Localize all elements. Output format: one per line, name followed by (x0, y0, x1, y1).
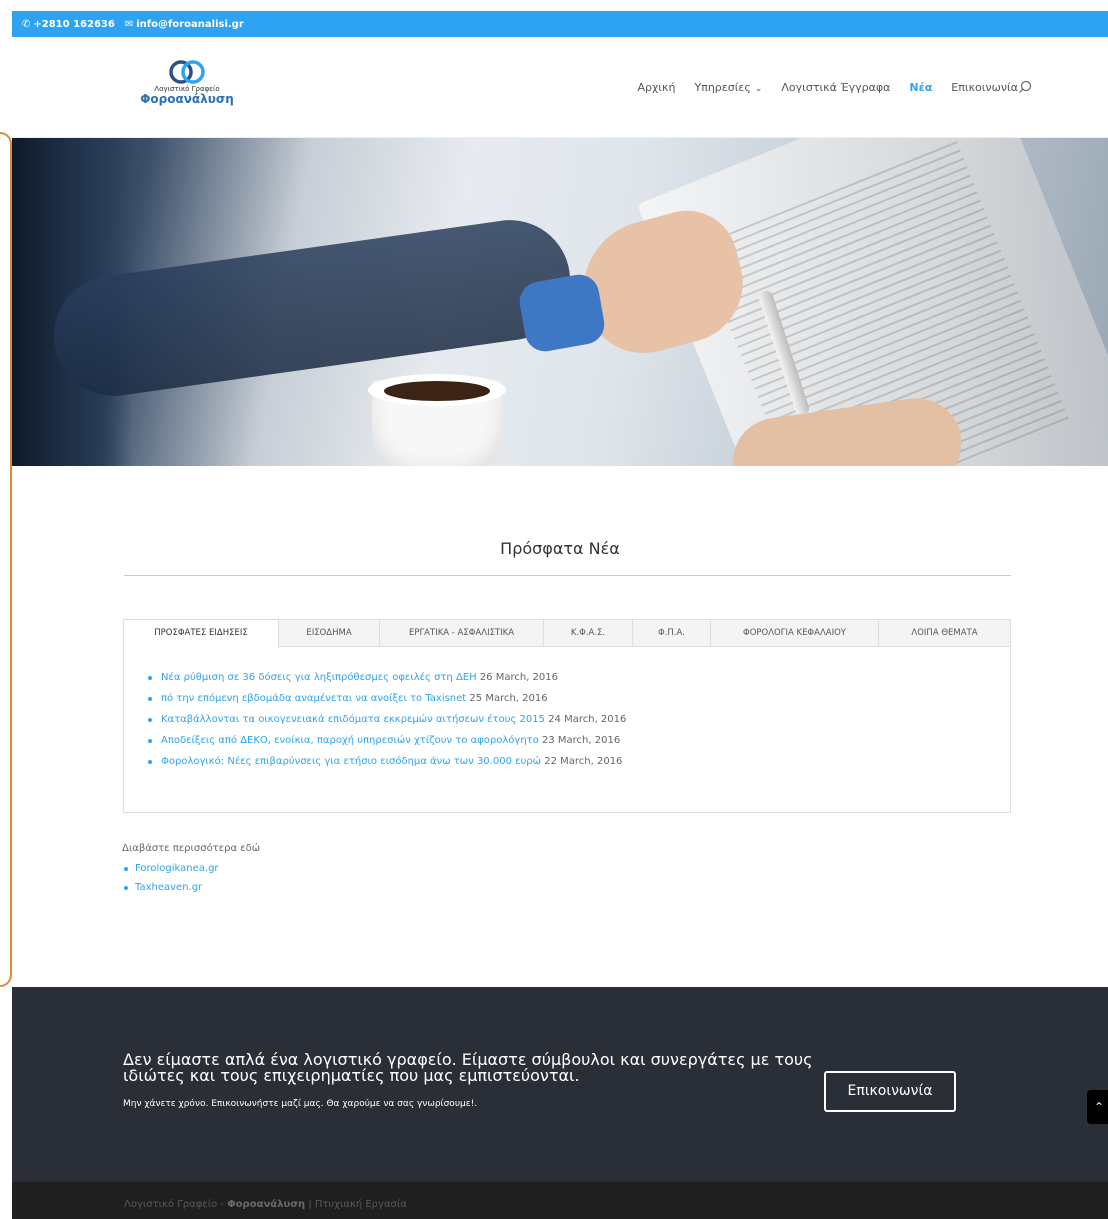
nav-item-contact[interactable]: Επικοινωνία (951, 81, 1018, 94)
list-item: πό την επόμενη εβδομάδα αναμένεται να αν… (148, 688, 1010, 709)
page-edge-accent (0, 132, 12, 987)
external-link-forologikanea[interactable]: Forologikanea.gr (135, 863, 219, 874)
news-date: 24 March, 2016 (548, 714, 627, 725)
news-date: 23 March, 2016 (542, 735, 621, 746)
topbar-email-text: info@foroanalisi.gr (136, 18, 244, 30)
title-divider (124, 575, 1011, 576)
news-link[interactable]: Φορολογικό: Νέες επιβαρύνσεις για ετήσιο… (161, 756, 541, 767)
nav-item-services-label: Υπηρεσίες (694, 81, 751, 94)
news-list: Νέα ρύθμιση σε 36 δόσεις για ληξιπρόθεσμ… (124, 647, 1010, 772)
more-links-list: Forologikanea.gr Taxheaven.gr (122, 859, 219, 897)
nav-item-news[interactable]: Νέα (909, 81, 932, 94)
logo-mark-icon (169, 60, 205, 84)
tab-other[interactable]: ΛΟΙΠΑ ΘΕΜΑΤΑ (879, 620, 1010, 646)
chevron-up-icon: ⌃ (1093, 1100, 1105, 1114)
tab-bar: ΠΡΟΣΦΑΤΕΣ ΕΙΔΗΣΕΙΣ ΕΙΣΟΔΗΜΑ ΕΡΓΑΤΙΚΑ - Α… (124, 620, 1010, 648)
list-item: Νέα ρύθμιση σε 36 δόσεις για ληξιπρόθεσμ… (148, 667, 1010, 688)
tab-recent-news[interactable]: ΠΡΟΣΦΑΤΕΣ ΕΙΔΗΣΕΙΣ (124, 620, 279, 648)
list-item: Forologikanea.gr (122, 859, 219, 878)
envelope-icon: ✉ (124, 18, 134, 30)
tab-vat[interactable]: Φ.Π.Α. (633, 620, 711, 646)
search-icon[interactable] (1018, 79, 1032, 98)
news-link[interactable]: Καταβάλλονται τα οικογενειακά επιδόματα … (161, 714, 545, 725)
tab-kfas[interactable]: Κ.Φ.Α.Σ. (544, 620, 633, 646)
news-date: 22 March, 2016 (544, 756, 623, 767)
topbar-phone-text: +2810 162636 (33, 18, 115, 30)
nav-item-documents[interactable]: Λογιστικά Έγγραφα (781, 81, 890, 94)
call-to-action: Δεν είμαστε απλά ένα λογιστικό γραφείο. … (12, 987, 1108, 1182)
tab-capital-tax[interactable]: ΦΟΡΟΛΟΓΙΑ ΚΕΦΑΛΑΙΟΥ (711, 620, 879, 646)
phone-icon: ✆ (22, 18, 31, 30)
page-title: Πρόσφατα Νέα (500, 539, 620, 558)
news-link[interactable]: Αποδείξεις από ΔΕΚΟ, ενοίκια, παροχή υπη… (161, 735, 539, 746)
list-item: Αποδείξεις από ΔΕΚΟ, ενοίκια, παροχή υπη… (148, 730, 1010, 751)
news-date: 25 March, 2016 (469, 693, 548, 704)
nav-item-home[interactable]: Αρχική (637, 81, 675, 94)
back-to-top-button[interactable]: ⌃ (1087, 1090, 1108, 1124)
topbar-phone[interactable]: ✆ +2810 162636 (22, 19, 115, 30)
list-item: Καταβάλλονται τα οικογενειακά επιδόματα … (148, 709, 1010, 730)
external-link-taxheaven[interactable]: Taxheaven.gr (135, 882, 202, 893)
chevron-down-icon: ⌄ (754, 84, 763, 94)
nav-item-services[interactable]: Υπηρεσίες ⌄ (694, 81, 762, 94)
hero-image (12, 138, 1108, 466)
site-container: ✆ +2810 162636 ✉ info@foroanalisi.gr Λογ… (12, 11, 1108, 1219)
footer-brand: Φοροανάλυση (227, 1199, 306, 1210)
footer-suffix: | Πτυχιακή Εργασία (305, 1199, 407, 1210)
tab-income[interactable]: ΕΙΣΟΔΗΜΑ (279, 620, 380, 646)
top-bar: ✆ +2810 162636 ✉ info@foroanalisi.gr (12, 11, 1108, 37)
contact-button[interactable]: Επικοινωνία (824, 1071, 956, 1112)
news-link[interactable]: Νέα ρύθμιση σε 36 δόσεις για ληξιπρόθεσμ… (161, 672, 477, 683)
site-footer: Λογιστικό Γραφείο - Φοροανάλυση | Πτυχια… (12, 1182, 1108, 1219)
site-logo[interactable]: Λογιστικό Γραφείο Φοροανάλυση (137, 59, 237, 119)
main-nav: Αρχική Υπηρεσίες ⌄ Λογιστικά Έγγραφα Νέα … (618, 81, 1018, 94)
footer-prefix: Λογιστικό Γραφείο - (124, 1199, 228, 1210)
list-item: Φορολογικό: Νέες επιβαρύνσεις για ετήσιο… (148, 751, 1010, 772)
logo-line2: Φοροανάλυση (140, 92, 234, 106)
main-content: Πρόσφατα Νέα ΠΡΟΣΦΑΤΕΣ ΕΙΔΗΣΕΙΣ ΕΙΣΟΔΗΜΑ… (12, 466, 1108, 986)
topbar-email[interactable]: ✉ info@foroanalisi.gr (125, 19, 244, 30)
news-link[interactable]: πό την επόμενη εβδομάδα αναμένεται να αν… (161, 693, 466, 704)
more-links-title: Διαβάστε περισσότερα εδώ (122, 843, 261, 854)
news-tabs: ΠΡΟΣΦΑΤΕΣ ΕΙΔΗΣΕΙΣ ΕΙΣΟΔΗΜΑ ΕΡΓΑΤΙΚΑ - Α… (123, 619, 1011, 813)
list-item: Taxheaven.gr (122, 878, 219, 897)
news-date: 26 March, 2016 (479, 672, 559, 683)
cta-title: Δεν είμαστε απλά ένα λογιστικό γραφείο. … (123, 1050, 813, 1085)
site-header: Λογιστικό Γραφείο Φοροανάλυση Αρχική Υπη… (12, 37, 1108, 138)
cta-subtitle: Μην χάνετε χρόνο. Επικοινωνήστε μαζί μας… (123, 1099, 478, 1109)
tab-labor-insurance[interactable]: ΕΡΓΑΤΙΚΑ - ΑΣΦΑΛΙΣΤΙΚΑ (380, 620, 544, 646)
